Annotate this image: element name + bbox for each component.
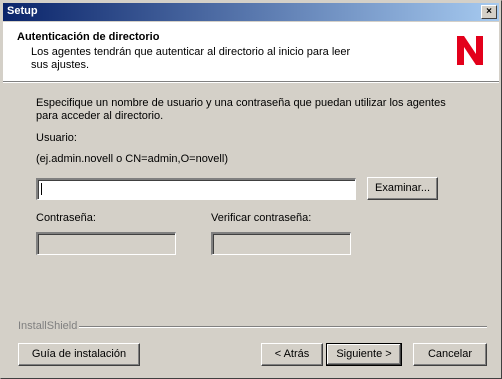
user-label: Usuario: [36,132,77,144]
password-input[interactable] [36,232,176,255]
page-title: Autenticación de directorio [17,31,160,43]
verify-password-label: Verificar contraseña: [211,212,312,224]
title-bar[interactable]: Setup × [3,3,499,21]
password-label: Contraseña: [36,212,96,224]
page-subtitle: Los agentes tendrán que autenticar al di… [31,46,351,71]
setup-window: Setup × Autenticación de directorio Los … [0,0,502,379]
header-panel: Autenticación de directorio Los agentes … [3,22,499,81]
install-guide-button[interactable]: Guía de instalación [18,343,140,366]
username-input[interactable] [36,178,356,200]
instructions-text: Especifique un nombre de usuario y una c… [36,97,446,122]
browse-button[interactable]: Examinar... [367,177,438,200]
footer-divider [79,326,487,328]
text-caret [41,183,42,195]
installshield-brand: InstallShield [18,320,78,332]
cancel-button[interactable]: Cancelar [413,343,487,366]
user-example-hint: (ej.admin.novell o CN=admin,O=novell) [36,153,228,165]
next-button[interactable]: Siguiente > [326,343,402,366]
close-button[interactable]: × [481,5,497,19]
header-divider [3,81,499,83]
back-button[interactable]: < Atrás [261,343,323,366]
novell-n-logo-icon [457,36,483,65]
window-title: Setup [7,5,38,17]
verify-password-input[interactable] [211,232,351,255]
